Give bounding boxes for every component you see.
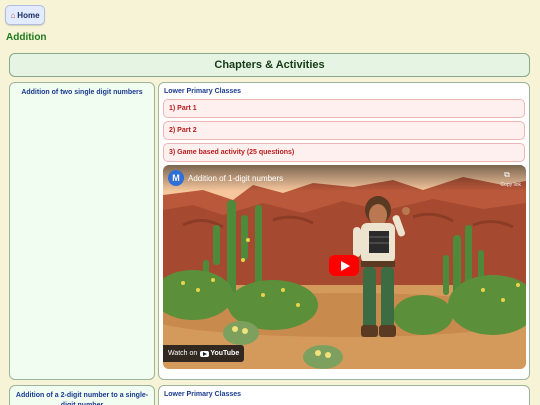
topic-title-cell: Addition of a 2-digit number to a single… (9, 385, 155, 405)
youtube-icon (200, 350, 210, 357)
topic-title: Addition of a 2-digit number to a single… (15, 392, 149, 405)
home-button[interactable]: ⌂ Home (5, 5, 45, 25)
page-title: Addition (6, 32, 47, 43)
copy-link-icon[interactable]: ⧉ (498, 170, 516, 180)
play-button[interactable] (329, 255, 359, 276)
video-title[interactable]: Addition of 1-digit numbers (188, 174, 283, 183)
youtube-logo: YouTube (200, 350, 239, 357)
watch-on-youtube-button[interactable]: Watch on YouTube (163, 345, 245, 362)
topic-content-cell: Lower Primary Classes 1) Part 1 2) Part … (158, 82, 530, 380)
youtube-label: YouTube (210, 350, 240, 357)
watch-on-label: Watch on (168, 350, 198, 357)
copy-link-label: Copy link (500, 182, 521, 188)
class-level-label: Lower Primary Classes (164, 88, 242, 95)
class-level-label: Lower Primary Classes (164, 391, 242, 398)
home-icon: ⌂ (10, 10, 16, 20)
section-header: Chapters & Activities (9, 53, 530, 77)
part-2-link[interactable]: 2) Part 2 (163, 121, 525, 140)
play-icon (340, 260, 350, 271)
home-button-label: Home (17, 10, 40, 20)
youtube-video-embed[interactable]: M Addition of 1-digit numbers ⧉ Copy lin… (163, 165, 526, 369)
game-activity-link[interactable]: 3) Game based activity (25 questions) (163, 143, 525, 162)
channel-avatar[interactable]: M (168, 170, 184, 186)
topic-title-cell: Addition of two single digit numbers (9, 82, 155, 380)
part-1-link[interactable]: 1) Part 1 (163, 99, 525, 118)
topic-content-cell: Lower Primary Classes (158, 385, 530, 405)
topic-title: Addition of two single digit numbers (21, 89, 143, 96)
